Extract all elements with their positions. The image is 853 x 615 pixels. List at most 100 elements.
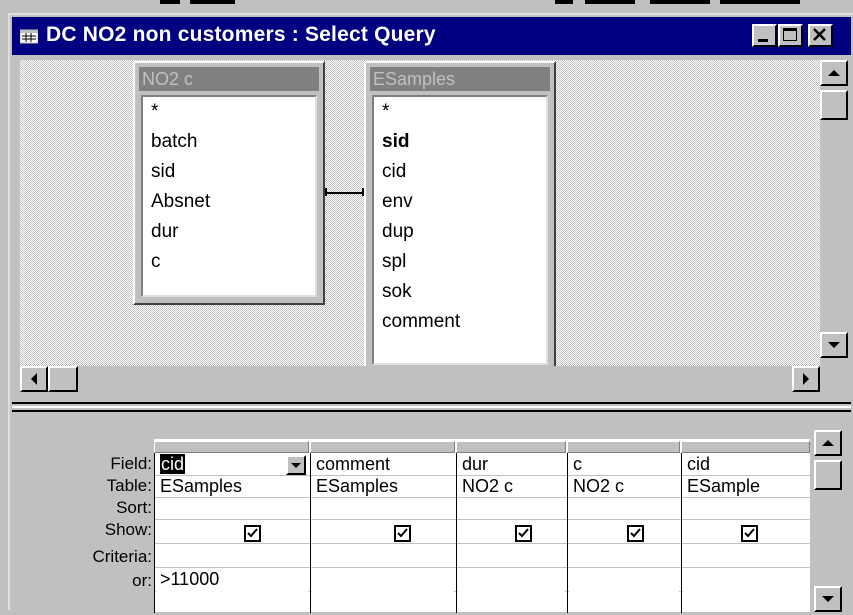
field-item[interactable]: spl bbox=[382, 251, 406, 273]
field-item-key[interactable]: sid bbox=[382, 131, 409, 153]
window-title: DC NO2 non customers : Select Query bbox=[46, 23, 436, 46]
grid-criteria-cell[interactable] bbox=[312, 569, 454, 592]
field-dropdown-button[interactable] bbox=[286, 455, 306, 475]
checkmark-icon bbox=[397, 528, 408, 538]
minimize-button[interactable] bbox=[752, 24, 777, 47]
background-strip bbox=[0, 0, 853, 13]
field-list-no2c[interactable]: NO2 c * batch sid Absnet dur c bbox=[133, 61, 325, 305]
scroll-left-button[interactable] bbox=[20, 366, 48, 392]
background-fragment bbox=[555, 0, 573, 4]
row-label-sort: Sort: bbox=[116, 498, 152, 517]
scrollbar-corner bbox=[820, 366, 849, 393]
grid-field-cell[interactable]: cid bbox=[156, 454, 286, 475]
field-list-title[interactable]: NO2 c bbox=[139, 67, 319, 91]
scroll-right-button[interactable] bbox=[792, 366, 820, 392]
grid-or-cell[interactable] bbox=[458, 593, 565, 612]
grid-table-cell[interactable]: ESamples bbox=[312, 476, 454, 497]
selected-text[interactable]: cid bbox=[160, 454, 186, 474]
grid-field-cell[interactable]: comment bbox=[312, 454, 454, 475]
close-icon bbox=[813, 28, 826, 41]
grid-table-cell[interactable]: NO2 c bbox=[569, 476, 679, 497]
field-item[interactable]: sok bbox=[382, 281, 412, 303]
scroll-up-button[interactable] bbox=[814, 430, 842, 456]
title-bar[interactable]: DC NO2 non customers : Select Query bbox=[12, 17, 851, 55]
grid-or-cell[interactable] bbox=[569, 593, 679, 612]
column-selector[interactable] bbox=[681, 441, 810, 453]
grid-sort-cell[interactable] bbox=[569, 498, 679, 519]
join-end-marker bbox=[325, 188, 327, 196]
grid-field-cell[interactable]: c bbox=[569, 454, 679, 475]
field-item[interactable]: batch bbox=[151, 131, 197, 153]
field-item[interactable]: c bbox=[151, 251, 161, 273]
scroll-down-button[interactable] bbox=[820, 332, 848, 358]
query-icon[interactable] bbox=[20, 28, 38, 44]
pane-splitter[interactable] bbox=[12, 402, 851, 412]
field-item[interactable]: sid bbox=[151, 161, 175, 183]
grid-or-cell[interactable] bbox=[312, 593, 454, 612]
design-grid[interactable]: Field: Table: Sort: Show: Criteria: or: bbox=[12, 419, 812, 613]
table-design-pane[interactable]: NO2 c * batch sid Absnet dur c ESamples … bbox=[20, 60, 820, 373]
grid-vertical-scrollbar[interactable] bbox=[814, 430, 843, 612]
arrow-down-icon bbox=[828, 342, 840, 348]
background-fragment bbox=[160, 0, 180, 4]
grid-sort-cell[interactable] bbox=[156, 498, 308, 519]
upper-horizontal-scrollbar[interactable] bbox=[20, 366, 820, 393]
field-list-title[interactable]: ESamples bbox=[370, 67, 550, 91]
grid-field-cell[interactable]: dur bbox=[458, 454, 565, 475]
splitter-highlight bbox=[12, 406, 851, 408]
show-checkbox[interactable] bbox=[394, 525, 411, 542]
show-checkbox[interactable] bbox=[627, 525, 644, 542]
row-label-criteria: Criteria: bbox=[92, 547, 152, 566]
grid-table-cell[interactable]: NO2 c bbox=[458, 476, 565, 497]
grid-sort-cell[interactable] bbox=[458, 498, 565, 519]
show-checkbox[interactable] bbox=[741, 525, 758, 542]
grid-criteria-cell[interactable] bbox=[683, 569, 810, 592]
field-item[interactable]: cid bbox=[382, 161, 406, 183]
arrow-right-icon bbox=[803, 373, 809, 385]
scroll-thumb[interactable] bbox=[820, 90, 848, 120]
scroll-thumb[interactable] bbox=[48, 366, 78, 392]
show-checkbox[interactable] bbox=[515, 525, 532, 542]
arrow-down-icon bbox=[822, 596, 834, 602]
scroll-up-button[interactable] bbox=[820, 60, 848, 86]
background-fragment bbox=[720, 0, 800, 4]
row-label-show: Show: bbox=[104, 520, 152, 539]
grid-or-cell[interactable] bbox=[156, 593, 308, 612]
grid-sort-cell[interactable] bbox=[312, 498, 454, 519]
grid-criteria-cell[interactable] bbox=[458, 569, 565, 592]
arrow-up-icon bbox=[828, 70, 840, 76]
minimize-icon bbox=[758, 39, 768, 42]
field-item[interactable]: Absnet bbox=[151, 191, 210, 213]
grid-field-cell[interactable]: cid bbox=[683, 454, 810, 475]
background-fragment bbox=[190, 0, 235, 4]
field-item[interactable]: comment bbox=[382, 311, 460, 333]
background-fragment bbox=[650, 0, 710, 4]
maximize-button[interactable] bbox=[778, 24, 803, 47]
grid-sort-cell[interactable] bbox=[683, 498, 810, 519]
field-item[interactable]: env bbox=[382, 191, 413, 213]
upper-vertical-scrollbar[interactable] bbox=[820, 60, 849, 365]
column-selector[interactable] bbox=[310, 441, 455, 453]
field-list-body[interactable]: * sid cid env dup spl sok comment bbox=[372, 95, 548, 365]
grid-criteria-cell[interactable] bbox=[569, 569, 679, 592]
field-item[interactable]: dur bbox=[151, 221, 178, 243]
grid-table-cell[interactable]: ESamples bbox=[156, 476, 308, 497]
close-button[interactable] bbox=[808, 24, 833, 47]
field-list-body[interactable]: * batch sid Absnet dur c bbox=[141, 95, 317, 297]
field-item[interactable]: * bbox=[151, 101, 158, 123]
scroll-thumb[interactable] bbox=[814, 460, 842, 490]
scroll-down-button[interactable] bbox=[814, 586, 842, 612]
field-item[interactable]: dup bbox=[382, 221, 414, 243]
row-label-or: or: bbox=[132, 571, 152, 590]
column-selector[interactable] bbox=[456, 441, 566, 453]
show-checkbox[interactable] bbox=[244, 525, 261, 542]
field-item[interactable]: * bbox=[382, 101, 389, 123]
grid-criteria-cell[interactable]: >11000 bbox=[156, 569, 308, 592]
field-list-esamples[interactable]: ESamples * sid cid env dup spl sok comme… bbox=[364, 61, 556, 373]
column-selector[interactable] bbox=[154, 441, 309, 453]
join-line[interactable] bbox=[325, 192, 364, 194]
column-selector[interactable] bbox=[567, 441, 680, 453]
grid-table-cell[interactable]: ESample bbox=[683, 476, 810, 497]
row-label-table: Table: bbox=[106, 476, 152, 495]
grid-or-cell[interactable] bbox=[683, 593, 810, 612]
